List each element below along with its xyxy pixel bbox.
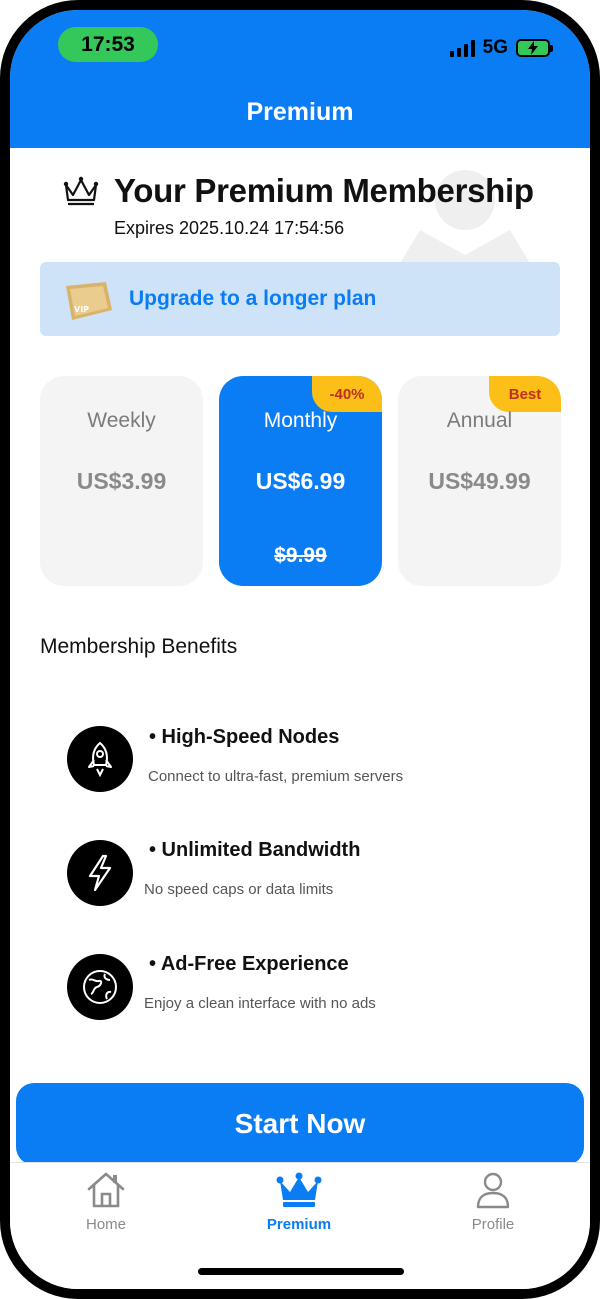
- globe-icon: [67, 954, 133, 1020]
- plan-annual[interactable]: Best Annual US$49.99: [398, 376, 561, 586]
- plan-price: US$49.99: [428, 468, 531, 494]
- tab-home[interactable]: Home: [46, 1171, 166, 1233]
- rocket-icon: [67, 726, 133, 792]
- plan-name: Monthly: [263, 409, 338, 432]
- benefit-title: • High-Speed Nodes: [149, 726, 340, 748]
- benefit-title: • Unlimited Bandwidth: [149, 839, 361, 861]
- membership-expiry: Expires 2025.10.24 17:54:56: [114, 218, 345, 238]
- benefits-heading: Membership Benefits: [40, 635, 238, 658]
- vip-ticket-icon: VIP: [66, 282, 112, 320]
- signal-icon: [449, 39, 475, 57]
- home-icon: [87, 1172, 125, 1208]
- person-icon: [476, 1172, 510, 1209]
- tab-label: Premium: [266, 1216, 332, 1233]
- membership-title: Your Premium Membership: [114, 172, 534, 209]
- battery-icon: [516, 39, 553, 57]
- page-title: Premium: [246, 98, 354, 126]
- upgrade-text: Upgrade to a longer plan: [129, 287, 377, 310]
- home-indicator: [198, 1268, 404, 1275]
- lightning-icon: [67, 840, 133, 906]
- network-type: 5G: [482, 37, 508, 58]
- plan-price: US$6.99: [255, 468, 346, 494]
- plan-monthly[interactable]: -40% Monthly US$6.99 $9.99: [219, 376, 382, 586]
- plan-name: Weekly: [87, 409, 156, 432]
- start-now-button[interactable]: Start Now: [16, 1083, 584, 1165]
- tab-label: Profile: [471, 1216, 515, 1233]
- benefit-description: Enjoy a clean interface with no ads: [144, 995, 376, 1012]
- screen: 17:53 5G Premium Your Premium Membership…: [10, 10, 590, 1289]
- status-time: 17:53: [58, 27, 158, 62]
- tab-label: Home: [85, 1216, 126, 1233]
- plan-price: US$3.99: [76, 468, 167, 494]
- discount-badge: -40%: [312, 376, 382, 412]
- crown-icon: [63, 176, 99, 206]
- tab-premium[interactable]: Premium: [239, 1171, 359, 1233]
- best-badge: Best: [489, 376, 561, 412]
- crown-icon: [276, 1172, 322, 1207]
- upgrade-banner[interactable]: VIP Upgrade to a longer plan: [40, 262, 560, 336]
- status-indicators: 5G: [449, 34, 553, 62]
- header-bar: 17:53 5G Premium: [10, 10, 590, 148]
- benefit-title: • Ad-Free Experience: [149, 953, 349, 975]
- plan-weekly[interactable]: Weekly US$3.99: [40, 376, 203, 586]
- phone-frame: 17:53 5G Premium Your Premium Membership…: [0, 0, 600, 1299]
- plan-name: Annual: [446, 409, 513, 432]
- benefit-description: No speed caps or data limits: [144, 881, 334, 898]
- plan-original-price: $9.99: [274, 544, 327, 567]
- svg-text:VIP: VIP: [74, 305, 89, 314]
- tab-profile[interactable]: Profile: [433, 1171, 553, 1233]
- benefit-description: Connect to ultra-fast, premium servers: [148, 768, 404, 785]
